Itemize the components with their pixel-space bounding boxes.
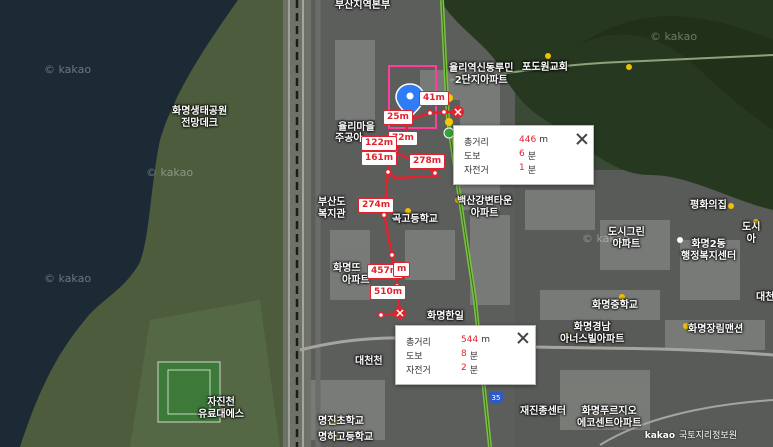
- map-label-hwamyeong-purun: 화명푸르지오 에코센트아파트: [577, 406, 642, 429]
- info-unit: 분: [527, 166, 537, 176]
- map-label-gokdong-school: 곡고등학교: [392, 214, 438, 225]
- kakao-watermark: © kakao: [146, 166, 194, 179]
- close-icon[interactable]: [575, 132, 589, 146]
- map-label-apt-left: 아파트: [342, 275, 370, 286]
- info-unit: 분: [527, 152, 537, 162]
- map-label-hwamyeong-jangrim: 화명장림맨션: [688, 324, 744, 335]
- map-label-hwamyeong-hanil: 화명한일: [427, 311, 464, 322]
- map-footer: kakao 국토지리정보원: [645, 428, 737, 441]
- info-key: 도보: [406, 352, 423, 362]
- map-label-myeongjin-high: 명하고등학교: [318, 432, 374, 443]
- map-label-hwamyeong2: 화명2동 행정복지센터: [681, 239, 737, 262]
- map-label-hwamyeong-gyeongnam: 화명경남 아너스빌아파트: [560, 322, 625, 345]
- info-row-distance: 총거리 544 m: [406, 335, 526, 348]
- info-value: 8: [461, 349, 467, 359]
- map-label-podowon: 포도원교회: [522, 62, 568, 73]
- map-canvas[interactable]: [0, 0, 773, 447]
- info-unit: m: [539, 135, 548, 145]
- info-key: 총거리: [464, 138, 489, 148]
- info-row-distance: 총거리 446 m: [464, 135, 584, 148]
- info-value: 6: [519, 149, 525, 159]
- distance-label: 510m: [370, 285, 407, 300]
- info-row-walk: 도보 6 분: [464, 149, 584, 162]
- map-label-hwamyeong-tu: 화명뜨: [333, 263, 361, 274]
- map-label-hwamyeong-middle: 화명중학교: [592, 300, 638, 311]
- map-label-dosi-right: 도시 아: [742, 222, 761, 245]
- distance-label: 161m: [361, 151, 398, 166]
- info-unit: m: [481, 335, 490, 345]
- distance-label: 274m: [358, 198, 395, 213]
- kakao-logo: kakao: [644, 431, 676, 441]
- info-key: 자전거: [464, 166, 489, 176]
- map-label-baeksan-apt: 백산강변타운 아파트: [457, 196, 513, 219]
- map-label-jaejin-center: 재진종센터: [520, 406, 566, 417]
- map-label-jaejin-stadium: 자진천 유료대에스: [198, 397, 244, 420]
- kakao-watermark: © kakao: [582, 232, 630, 245]
- map-label-pyeonghwa: 평화의집: [690, 200, 727, 211]
- copyright-text: 국토지리정보원: [679, 431, 737, 441]
- info-key: 총거리: [406, 338, 431, 348]
- map-label-myeongjin-elem: 명진초학교: [318, 416, 364, 427]
- info-row-walk: 도보 8 분: [406, 349, 526, 362]
- info-unit: 분: [469, 352, 479, 362]
- info-value: 2: [461, 363, 467, 373]
- route-info-card: 총거리 544 m 도보 8 분 자전거 2 분: [395, 325, 536, 385]
- route-info-card: 총거리 446 m 도보 6 분 자전거 1 분: [453, 125, 594, 185]
- distance-label: 41m: [419, 91, 449, 106]
- distance-label: 25m: [383, 110, 413, 125]
- info-key: 도보: [464, 152, 481, 162]
- distance-label: 122m: [361, 136, 398, 151]
- info-row-bike: 자전거 2 분: [406, 363, 526, 376]
- distance-label: 278m: [409, 154, 446, 169]
- info-value: 1: [519, 163, 525, 173]
- route-end-icon: [452, 106, 464, 118]
- map-label-busan-welfare: 부산도: [318, 197, 346, 208]
- map-label-yulli-apt: 율리역신동루민 2단지아파트: [449, 63, 514, 86]
- kakao-watermark: © kakao: [44, 63, 92, 76]
- map-label-dae-right: 대천: [756, 292, 773, 303]
- highway-shield: 35: [489, 392, 503, 404]
- route-end-icon-2: [394, 307, 406, 319]
- map-label-jugong: 주공아: [335, 133, 363, 144]
- info-value: 446: [519, 135, 537, 145]
- map-label-welfare: 복지관: [318, 209, 346, 220]
- info-key: 자전거: [406, 366, 431, 376]
- map-label-daecheon: 대천천: [355, 356, 383, 367]
- info-unit: 분: [469, 366, 479, 376]
- map-label-hwamyeong-park: 화명생태공원 전망데크: [172, 106, 228, 129]
- map-label-busan-jiyeok: 부산지역본부: [335, 0, 391, 11]
- kakao-watermark: © kakao: [44, 272, 92, 285]
- info-row-bike: 자전거 1 분: [464, 163, 584, 176]
- distance-label: m: [393, 262, 411, 277]
- info-value: 544: [461, 335, 479, 345]
- close-icon[interactable]: [516, 331, 530, 345]
- kakao-watermark: © kakao: [650, 30, 698, 43]
